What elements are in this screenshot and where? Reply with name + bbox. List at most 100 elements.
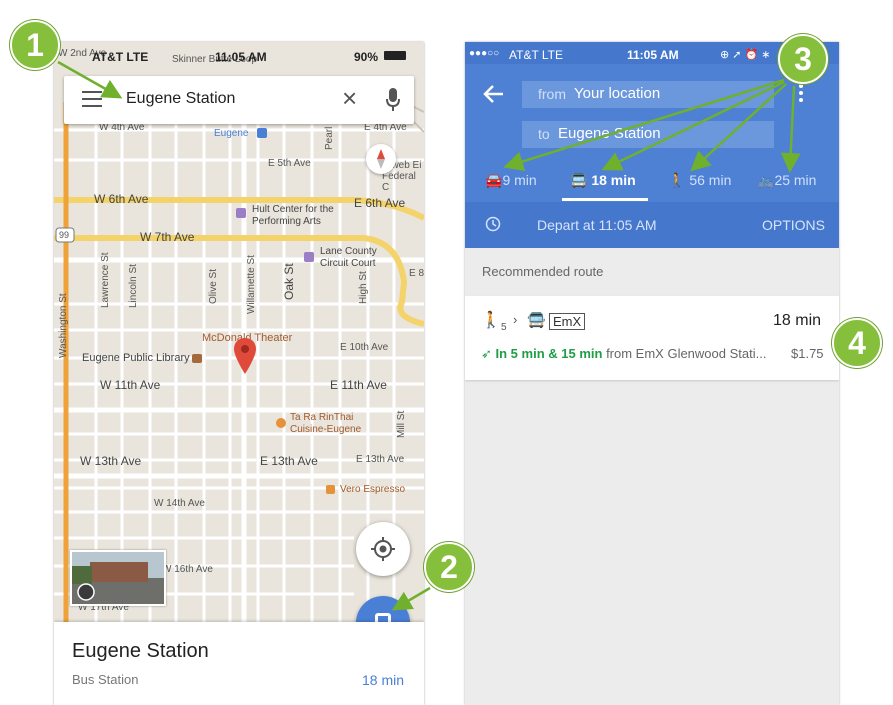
map-label-e8: E 8 xyxy=(409,268,424,279)
map-label-w11th: W 11th Ave xyxy=(100,378,161,392)
status-icons: ⊕ ➚ ⏰ ∗ xyxy=(720,49,771,61)
to-prefix: to xyxy=(538,126,550,142)
chevron-right-icon: › xyxy=(513,312,518,327)
map-label-olive: Olive St xyxy=(208,268,219,304)
map-label-lincoln: Lincoln St xyxy=(128,264,139,308)
transit-station-icon xyxy=(257,128,267,138)
tab-walk[interactable]: 🚶 56 min xyxy=(668,172,731,189)
map-label-willamette: Willamette St xyxy=(246,255,257,314)
status-time-right: 11:05 AM xyxy=(627,48,679,62)
to-value[interactable]: Eugene Station xyxy=(558,125,661,142)
compass-button[interactable] xyxy=(366,144,396,174)
back-arrow-icon[interactable] xyxy=(483,84,505,104)
map-label-library: Eugene Public Library xyxy=(82,352,190,364)
route-card[interactable]: 🚶 5 › 🚍 EmX 18 min ➶ In 5 min & 15 min f… xyxy=(465,296,839,380)
battery-icon xyxy=(384,51,406,60)
tab-drive[interactable]: 🚘9 min xyxy=(485,172,537,189)
library-icon xyxy=(192,354,202,363)
transit-line-badge: EmX xyxy=(549,313,586,330)
callout-3: 3 xyxy=(778,34,828,84)
realtime-icon: ➶ xyxy=(481,346,496,361)
carrier-text-right: AT&T LTE xyxy=(509,48,564,62)
microphone-icon[interactable] xyxy=(386,88,400,112)
tab-transit[interactable]: 🚍 18 min xyxy=(570,172,636,189)
map-label-hult: Hult Center for the Performing Arts xyxy=(252,204,334,227)
street-view-image xyxy=(72,552,164,604)
search-query[interactable]: Eugene Station xyxy=(126,90,235,108)
theater-icon xyxy=(236,208,246,218)
route-details: ➶ In 5 min & 15 min from EmX Glenwood St… xyxy=(481,346,766,362)
options-button[interactable]: OPTIONS xyxy=(762,217,825,233)
map-label-w7th: W 7th Ave xyxy=(140,230,195,244)
close-icon[interactable]: × xyxy=(342,85,357,111)
map-label-lane: Lane County Circuit Court xyxy=(320,246,377,269)
from-prefix: from xyxy=(538,86,566,102)
right-phone-screen: ●●●○○ AT&T LTE 11:05 AM ⊕ ➚ ⏰ ∗ from You… xyxy=(465,42,839,705)
map-label-lawrence: Lawrence St xyxy=(100,252,111,308)
map-label-mill: Mill St xyxy=(396,410,407,438)
travel-mode-tabs: 🚘9 min 🚍 18 min 🚶 56 min 🚲25 min xyxy=(465,164,839,202)
route-from-stop: from EmX Glenwood Stati... xyxy=(606,346,767,361)
map-label-washington: Washington St xyxy=(58,293,69,358)
more-options-icon[interactable] xyxy=(799,84,803,104)
walk-icon: 🚶 xyxy=(668,172,690,188)
from-field[interactable]: from Your location xyxy=(522,81,774,108)
carrier-text: AT&T LTE xyxy=(92,50,149,64)
map-label-route99: 99 xyxy=(59,230,70,240)
clock-icon xyxy=(485,216,501,232)
map-label-e13th: E 13th Ave xyxy=(260,454,318,468)
realtime-departures: In 5 min & 15 min xyxy=(495,346,603,361)
selected-tab-indicator xyxy=(562,198,648,201)
hamburger-menu-icon[interactable] xyxy=(82,91,102,109)
map-label-tarathai: Ta Ra RinThai Cuisine-Eugene xyxy=(290,412,362,435)
status-time: 11:05 AM xyxy=(215,50,267,64)
bus-step-icon: 🚍 xyxy=(527,312,546,329)
tab-bike[interactable]: 🚲25 min xyxy=(757,172,816,189)
recommended-heading: Recommended route xyxy=(482,264,604,279)
callout-1: 1 xyxy=(10,20,60,70)
left-phone-screen: W 2nd Ave Skinner Butte Loop W 4th Ave E… xyxy=(54,42,424,705)
search-bar[interactable]: Eugene Station × xyxy=(64,76,414,124)
map-label-vero: Vero Espresso xyxy=(340,484,406,495)
map-label-w16th: W 16th Ave xyxy=(162,564,213,575)
map-label-e10th: E 10th Ave xyxy=(340,342,389,353)
map-label-e5th: E 5th Ave xyxy=(268,158,311,169)
car-icon: 🚘 xyxy=(485,172,503,188)
compass-icon xyxy=(377,149,385,169)
callout-4: 4 xyxy=(832,318,882,368)
place-type: Bus Station xyxy=(72,672,139,687)
map-label-w6th: W 6th Ave xyxy=(94,192,149,206)
signal-dots-icon: ●●●○○ xyxy=(469,48,500,59)
destination-pin-icon[interactable] xyxy=(234,338,256,374)
depart-bar[interactable]: Depart at 11:05 AM OPTIONS xyxy=(465,202,839,248)
map-label-eugene: Eugene xyxy=(214,128,249,139)
callout-2: 2 xyxy=(424,542,474,592)
status-bar: AT&T LTE 11:05 AM 90% xyxy=(54,42,424,70)
street-view-thumbnail[interactable] xyxy=(70,550,166,606)
courthouse-icon xyxy=(304,252,314,262)
walk-step-icon: 🚶 xyxy=(481,312,501,329)
place-name: Eugene Station xyxy=(72,640,209,662)
my-location-button[interactable] xyxy=(356,522,410,576)
route-duration: 18 min xyxy=(773,312,822,329)
map-label-e6th: E 6th Ave xyxy=(354,196,406,210)
cafe-icon xyxy=(326,485,335,494)
restaurant-icon xyxy=(276,418,286,428)
depart-time[interactable]: Depart at 11:05 AM xyxy=(537,217,657,233)
place-info-card[interactable]: Eugene Station Bus Station 18 min xyxy=(54,622,424,705)
map-label-w14th: W 14th Ave xyxy=(154,498,205,509)
battery-text: 90% xyxy=(354,50,379,64)
to-field[interactable]: to Eugene Station xyxy=(522,121,774,148)
crosshair-icon xyxy=(371,537,395,561)
route-fare: $1.75 xyxy=(791,346,824,361)
map-label-high: High St xyxy=(358,271,369,304)
map-label-oak: Oak St xyxy=(282,263,296,300)
bus-icon: 🚍 xyxy=(570,172,592,188)
from-value[interactable]: Your location xyxy=(574,85,660,102)
bike-icon: 🚲 xyxy=(757,172,775,188)
place-eta: 18 min xyxy=(362,672,405,688)
map-label-e13th-2: E 13th Ave xyxy=(356,454,405,465)
map-label-e11th: E 11th Ave xyxy=(330,378,387,392)
map-label-w13th: W 13th Ave xyxy=(80,454,142,468)
walk-minutes: 5 xyxy=(501,322,507,333)
